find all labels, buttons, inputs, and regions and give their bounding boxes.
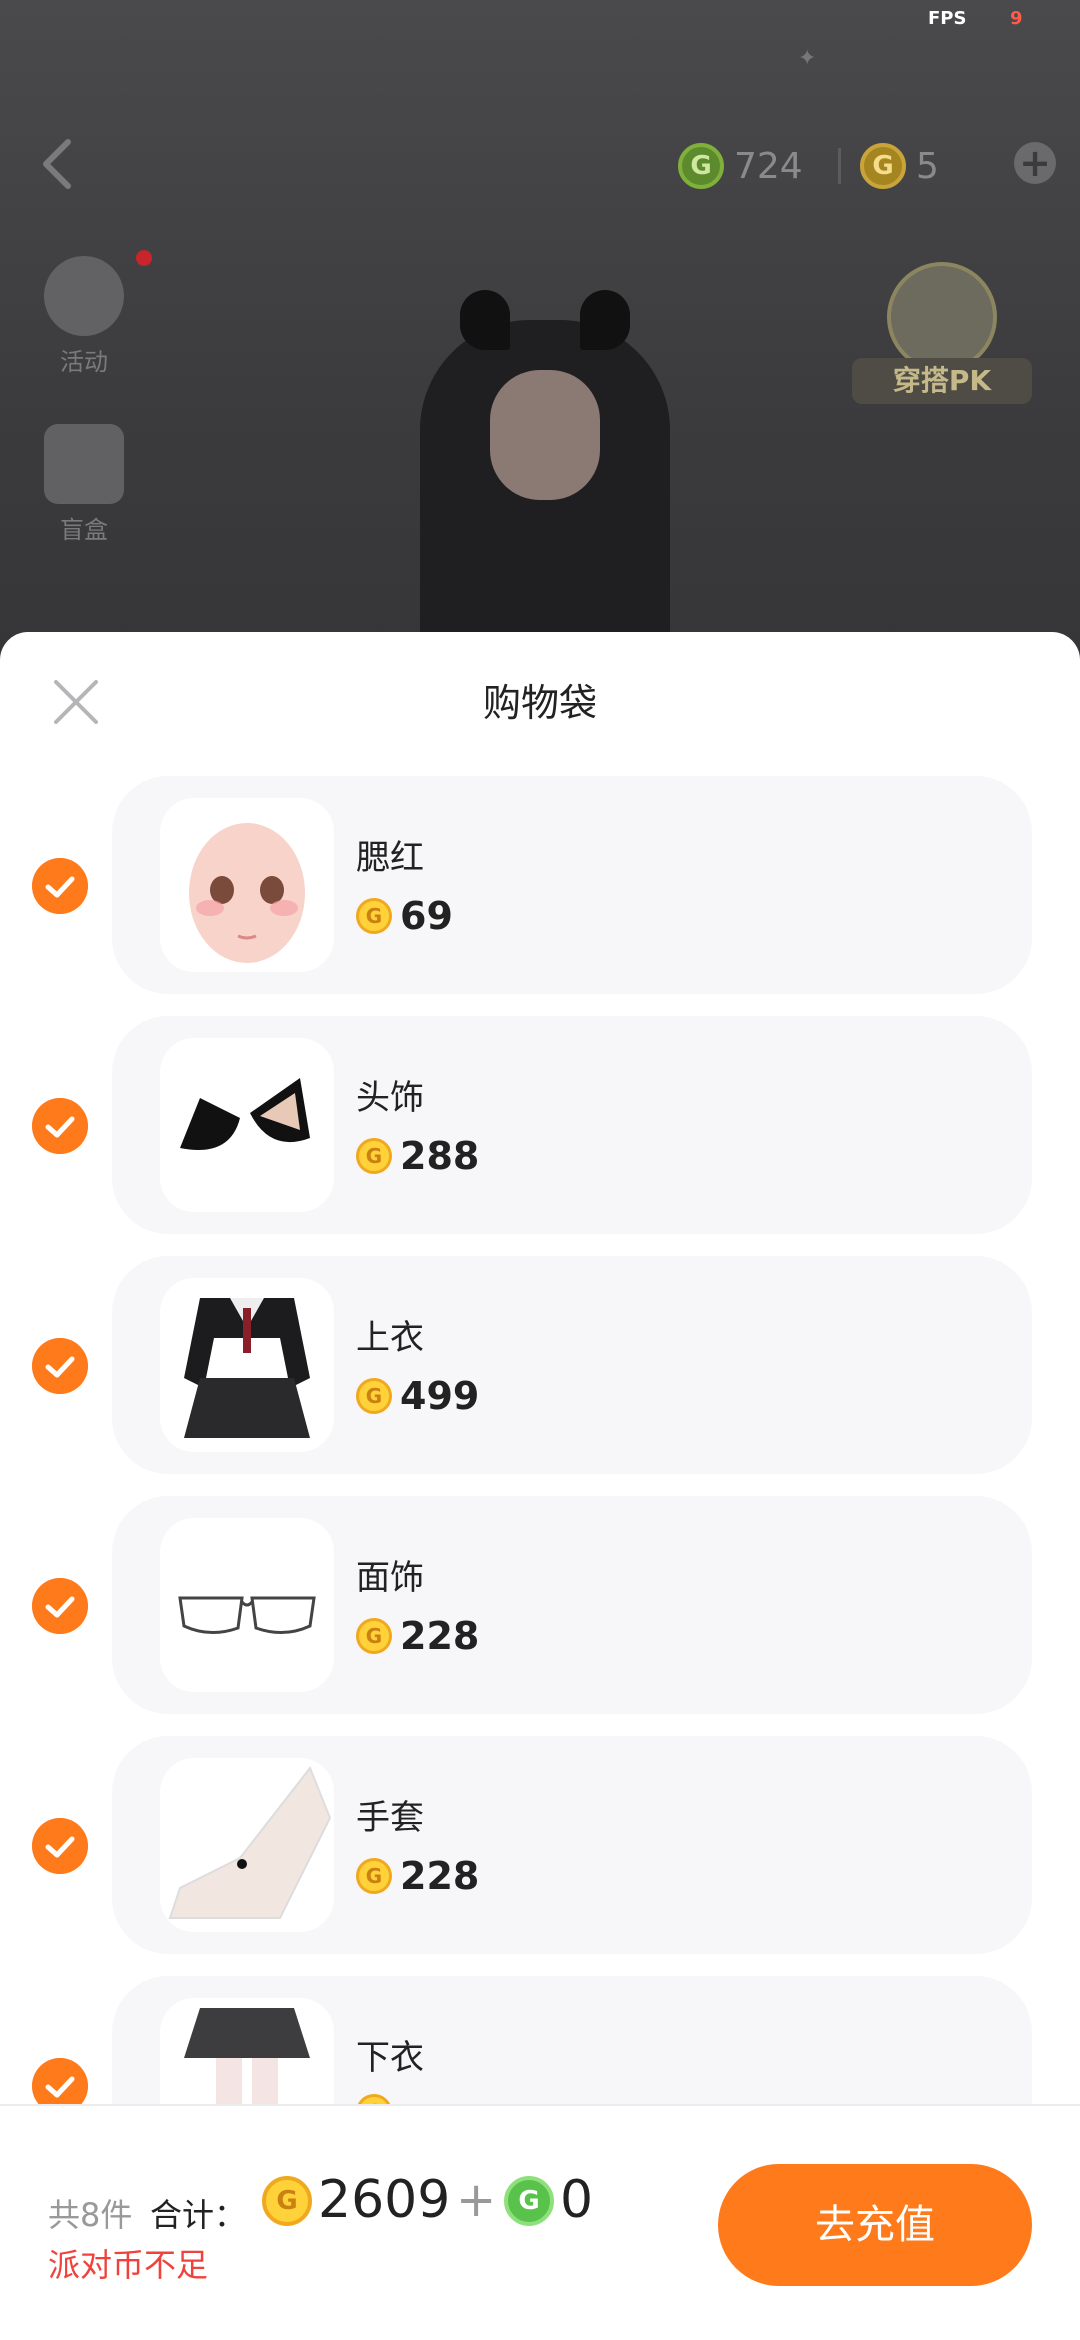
cart-item-list[interactable]: 腮红 G 69 头饰 G 288 上衣 G 499 面饰 G 228 手套 G … xyxy=(0,776,1080,2226)
gold-coin-icon: G xyxy=(860,143,906,189)
total-label: 合计： xyxy=(150,2196,247,2234)
crown-icon xyxy=(887,262,997,372)
sailor-outfit-thumb xyxy=(160,1278,334,1452)
back-arrow-icon[interactable] xyxy=(38,136,78,192)
cart-item-card[interactable]: 头饰 G 288 xyxy=(112,1016,1032,1234)
game-scene-background: FPS 9 ✦ G 724 G 5 + 活动 盲盒 穿搭PK xyxy=(0,0,1080,700)
check-icon[interactable] xyxy=(32,1818,88,1874)
check-icon[interactable] xyxy=(32,1338,88,1394)
cart-item-row[interactable]: 头饰 G 288 xyxy=(0,1016,1080,1234)
cart-item-row[interactable]: 手套 G 228 xyxy=(0,1736,1080,1954)
check-icon[interactable] xyxy=(32,1578,88,1634)
currency-divider xyxy=(838,148,841,184)
gold-currency-display: G 5 xyxy=(860,138,939,194)
cat-ears-thumb xyxy=(160,1038,334,1212)
item-name: 头饰 xyxy=(356,1078,424,1118)
cart-item-row[interactable]: 腮红 G 69 xyxy=(0,776,1080,994)
pk-label: 穿搭PK xyxy=(852,358,1032,404)
cat-ear-right xyxy=(580,290,630,350)
gold-currency-amount: 5 xyxy=(916,145,939,187)
balloon-icon xyxy=(44,256,124,336)
activity-button[interactable]: 活动 xyxy=(34,256,134,377)
activity-label: 活动 xyxy=(60,348,108,376)
green-coin-icon: G xyxy=(504,2176,554,2226)
check-icon[interactable] xyxy=(32,858,88,914)
blindbox-label: 盲盒 xyxy=(60,516,108,544)
blindbox-button[interactable]: 盲盒 xyxy=(34,424,134,545)
recharge-button[interactable]: 去充值 xyxy=(718,2164,1032,2286)
item-count: 共8件 xyxy=(48,2196,133,2234)
gold-coin-icon: G xyxy=(356,1138,392,1174)
item-price: G 228 xyxy=(356,1614,479,1658)
item-name: 腮红 xyxy=(356,838,424,878)
item-price: G 69 xyxy=(356,894,453,938)
item-price-value: 69 xyxy=(400,894,453,938)
green-coin-icon: G xyxy=(678,143,724,189)
item-price-value: 288 xyxy=(400,1134,480,1178)
item-price: G 288 xyxy=(356,1134,479,1178)
item-price-value: 228 xyxy=(400,1614,480,1658)
fps-label: FPS xyxy=(928,8,967,29)
gold-coin-icon: G xyxy=(356,1858,392,1894)
shopping-bag-sheet: 购物袋 腮红 G 69 头饰 G 288 上衣 G 499 面饰 G 228 手… xyxy=(0,632,1080,2340)
gold-coin-icon: G xyxy=(262,2176,312,2226)
green-currency-amount: 724 xyxy=(734,145,803,187)
notification-dot xyxy=(136,250,152,266)
item-price-value: 228 xyxy=(400,1854,480,1898)
green-currency-display: G 724 xyxy=(678,138,803,194)
cart-item-card[interactable]: 手套 G 228 xyxy=(112,1736,1032,1954)
cat-ear-left xyxy=(460,290,510,350)
glasses-thumb xyxy=(160,1518,334,1692)
cart-item-row[interactable]: 面饰 G 228 xyxy=(0,1496,1080,1714)
insufficient-funds-warning: 派对币不足 xyxy=(48,2246,209,2284)
checkout-footer: 共8件 合计： G 2609 + G 0 派对币不足 去充值 xyxy=(0,2104,1080,2340)
add-currency-button[interactable]: + xyxy=(1014,141,1056,185)
check-icon[interactable] xyxy=(32,1098,88,1154)
plus-sign: + xyxy=(456,2172,497,2228)
gold-coin-icon: G xyxy=(356,1618,392,1654)
sparkle-icon: ✦ xyxy=(798,46,817,71)
glove-thumb xyxy=(160,1758,334,1932)
item-name: 下衣 xyxy=(356,2038,424,2078)
total-gold-amount: 2609 xyxy=(318,2170,451,2230)
item-price: G 228 xyxy=(356,1854,479,1898)
gift-box-icon xyxy=(44,424,124,504)
fps-value: 9 xyxy=(1010,8,1023,29)
gold-coin-icon: G xyxy=(356,898,392,934)
item-name: 面饰 xyxy=(356,1558,424,1598)
outfit-pk-button[interactable]: 穿搭PK xyxy=(852,262,1032,412)
character-avatar xyxy=(420,290,670,660)
cart-item-row[interactable]: 上衣 G 499 xyxy=(0,1256,1080,1474)
sheet-title: 购物袋 xyxy=(482,681,597,725)
item-name: 上衣 xyxy=(356,1318,424,1358)
cart-item-card[interactable]: 上衣 G 499 xyxy=(112,1256,1032,1474)
blush-face-thumb xyxy=(160,798,334,972)
gold-coin-icon: G xyxy=(356,1378,392,1414)
item-price-value: 499 xyxy=(400,1374,480,1418)
cart-item-card[interactable]: 面饰 G 228 xyxy=(112,1496,1032,1714)
item-name: 手套 xyxy=(356,1798,424,1838)
total-green-amount: 0 xyxy=(560,2170,594,2230)
cart-item-card[interactable]: 腮红 G 69 xyxy=(112,776,1032,994)
item-price: G 499 xyxy=(356,1374,479,1418)
